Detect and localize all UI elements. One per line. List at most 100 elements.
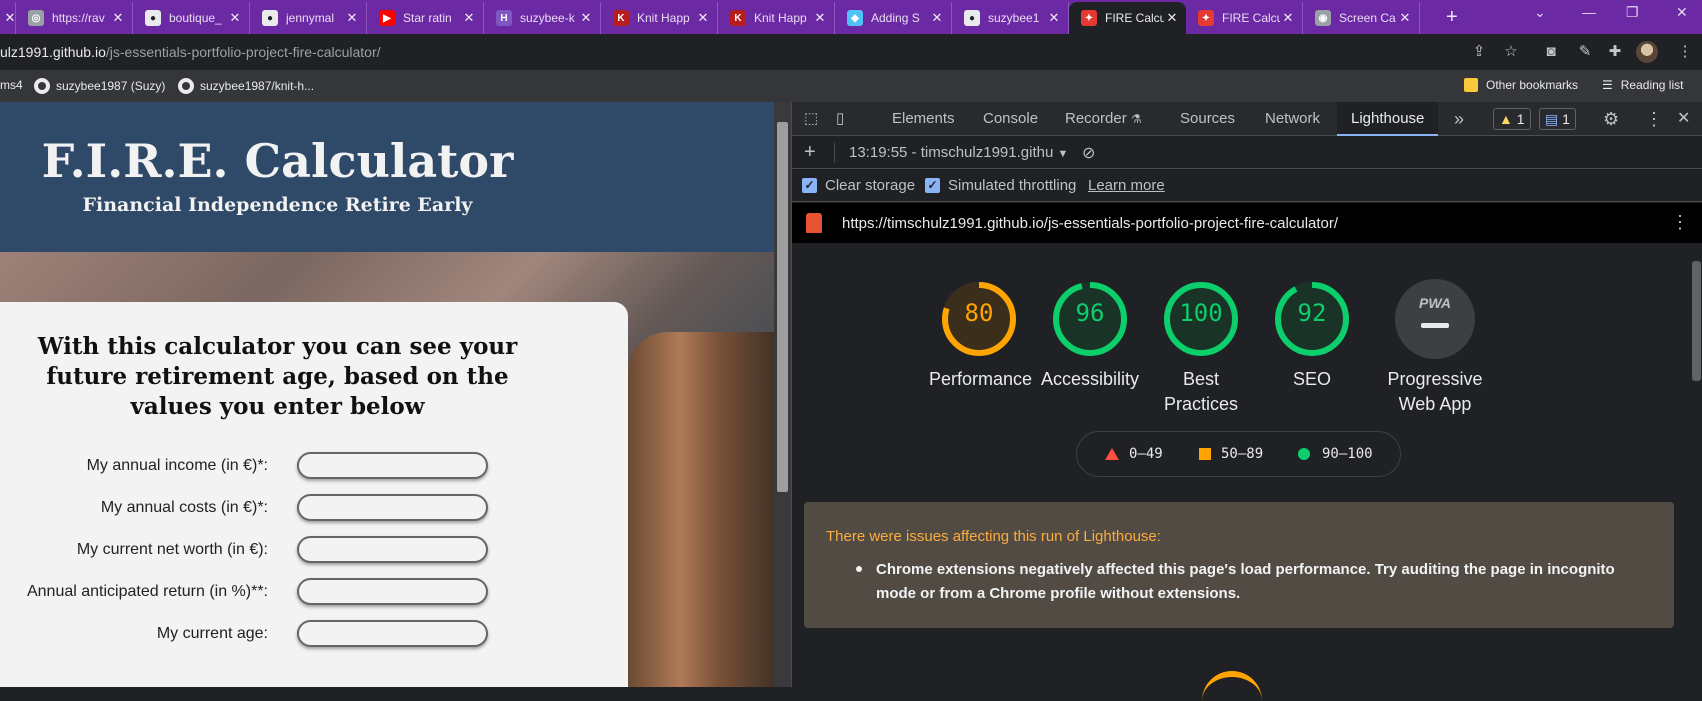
form-row-net-worth: My current net worth (in €): [0,536,500,566]
tab-console[interactable]: Console [983,102,1038,136]
simulated-throttling-checkbox[interactable]: ✓ [925,178,940,193]
report-session-label: 13:19:55 - timschulz1991.githu [849,144,1054,161]
clear-storage-checkbox[interactable]: ✓ [802,178,817,193]
gauge-best-practices[interactable]: 100 Best Practices [1141,279,1261,417]
gauge-score: 96 [1075,299,1105,327]
gauge-performance[interactable]: 80 Performance [919,279,1039,392]
close-icon[interactable]: ✕ [110,10,126,26]
messages-badge[interactable]: ▤ 1 [1539,108,1576,130]
inspect-element-icon[interactable]: ⬚ [804,102,818,136]
legend-average: 50–89 [1199,446,1263,462]
tab-partial[interactable]: ✕ [0,2,16,34]
camera-icon[interactable]: ◙ [1542,43,1560,61]
close-icon[interactable]: ✕ [1280,10,1296,26]
report-menu-icon[interactable]: ⋮ [1671,212,1689,233]
new-report-icon[interactable]: + [804,141,816,164]
close-icon[interactable]: ✕ [227,10,243,26]
report-url[interactable]: https://timschulz1991.github.io/js-essen… [842,215,1338,232]
tab-sources[interactable]: Sources [1180,102,1235,136]
browser-tab[interactable]: ✦ FIRE Calcu ✕ [1069,2,1186,34]
page-scrollbar-thumb[interactable] [777,122,788,492]
report-scrollbar-thumb[interactable] [1692,261,1701,381]
browser-tab[interactable]: ◎ https://rav ✕ [16,2,133,34]
tab-search-icon[interactable]: ⌄ [1534,4,1546,21]
reading-list[interactable]: ☰ Reading list [1602,78,1683,92]
browser-tab[interactable]: ✦ FIRE Calcu ✕ [1186,2,1303,34]
tab-label: Knit Happ [754,11,807,25]
bookmark-label: suzybee1987/knit-h... [200,79,315,93]
message-icon: ▤ [1545,111,1559,127]
more-tabs-icon[interactable]: » [1454,102,1464,136]
close-window-button[interactable]: ✕ [1676,4,1688,21]
gauge-accessibility[interactable]: 96 Accessibility [1030,279,1150,392]
url-host: ulz1991.github.io [0,44,106,60]
new-tab-button[interactable]: + [1446,6,1458,29]
menu-icon[interactable]: ⋮ [1676,43,1694,61]
browser-tab[interactable]: ● jennymal ✕ [250,2,367,34]
tab-recorder[interactable]: Recorder ⚗ [1065,102,1142,136]
bookmark-knit-h[interactable]: suzybee1987/knit-h... [178,78,314,94]
bookmarks-bar: ms4 suzybee1987 (Suzy) suzybee1987/knit-… [0,70,1702,102]
other-bookmarks[interactable]: Other bookmarks [1464,78,1578,92]
browser-tab[interactable]: Hsuzybee-k ✕ [484,2,601,34]
close-icon[interactable]: ✕ [695,10,711,26]
browser-tab[interactable]: ▶ Star ratin ✕ [367,2,484,34]
restore-button[interactable]: ❐ [1626,4,1639,21]
tab-network[interactable]: Network [1265,102,1320,136]
learn-more-link[interactable]: Learn more [1088,177,1165,194]
page-scrollbar[interactable] [774,102,791,687]
circle-icon [1298,448,1310,460]
browser-tab[interactable]: K Knit Happ ✕ [718,2,835,34]
age-input[interactable] [297,620,488,647]
close-icon[interactable]: ✕ [344,10,360,26]
url-path: /js-essentials-portfolio-project-fire-ca… [105,44,381,60]
warnings-badge[interactable]: ▲ 1 [1493,108,1531,130]
devtools-menu-icon[interactable]: ⋮ [1645,102,1663,136]
minimize-button[interactable]: — [1582,4,1596,20]
net-worth-input[interactable] [297,536,488,563]
bookmark-ms4[interactable]: ms4 [0,78,23,92]
tab-lighthouse[interactable]: Lighthouse [1337,102,1439,136]
avatar[interactable] [1636,41,1658,63]
browser-tab[interactable]: ● boutique_ ✕ [133,2,250,34]
gauge-score: 92 [1297,299,1327,327]
close-devtools-icon[interactable]: ✕ [1677,102,1690,136]
pwa-badge-text: PWA [1419,295,1451,311]
close-icon[interactable]: ✕ [578,10,594,26]
clear-reports-icon[interactable]: ⊘ [1082,143,1095,163]
gauge-pwa[interactable]: PWA Progressive Web App [1375,279,1495,417]
income-input[interactable] [297,452,488,479]
star-icon[interactable]: ☆ [1502,43,1520,61]
settings-gear-icon[interactable]: ⚙ [1603,102,1619,136]
device-toolbar-icon[interactable]: ▯ [836,102,844,136]
close-icon[interactable]: ✕ [1046,10,1062,26]
gauge-label: SEO [1292,369,1331,389]
close-icon[interactable]: ✕ [929,10,945,26]
favicon-icon: ● [964,10,980,26]
report-session-select[interactable]: 13:19:55 - timschulz1991.githu ▼ [849,144,1068,161]
gauge-seo[interactable]: 92 SEO [1252,279,1372,392]
costs-input[interactable] [297,494,488,521]
tab-elements[interactable]: Elements [892,102,955,136]
url-field[interactable]: ulz1991.github.io/js-essentials-portfoli… [0,44,381,60]
close-icon[interactable]: ✕ [1164,10,1180,26]
close-icon[interactable]: ✕ [2,10,15,26]
browser-tab[interactable]: ● suzybee1 ✕ [952,2,1069,34]
browser-tab[interactable]: K Knit Happ ✕ [601,2,718,34]
close-icon[interactable]: ✕ [812,10,828,26]
eyedropper-icon[interactable]: ✎ [1576,43,1594,61]
reading-list-label: Reading list [1620,78,1684,92]
share-icon[interactable]: ⇪ [1470,43,1488,61]
close-icon[interactable]: ✕ [461,10,477,26]
tab-label: https://rav [52,11,105,25]
legend-fail: 0–49 [1105,446,1163,462]
return-label: Annual anticipated return (in %)**: [26,583,268,600]
bookmark-suzybee1987[interactable]: suzybee1987 (Suzy) [34,78,165,94]
browser-tab[interactable]: ◆ Adding S ✕ [835,2,952,34]
extensions-icon[interactable]: ✚ [1606,43,1624,61]
close-icon[interactable]: ✕ [1397,10,1413,26]
legend-pass: 90–100 [1298,446,1373,462]
return-input[interactable] [297,578,488,605]
report-scrollbar[interactable] [1689,243,1702,687]
browser-tab[interactable]: ◉ Screen Ca ✕ [1303,2,1420,34]
